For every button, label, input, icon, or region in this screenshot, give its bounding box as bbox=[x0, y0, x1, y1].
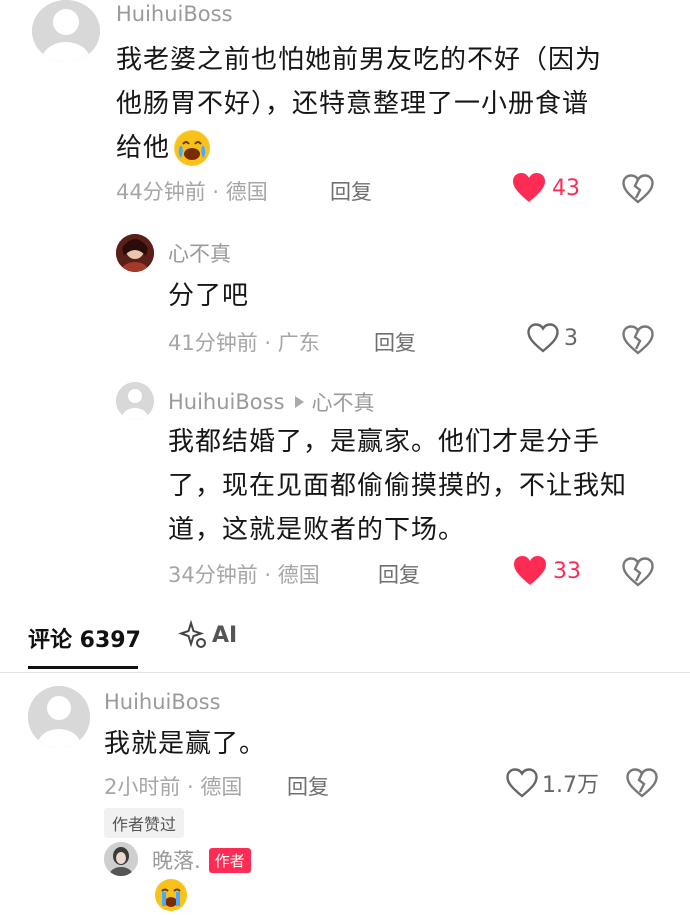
comment-text-line: 我老婆之前也怕她前男友吃的不好（因为 bbox=[116, 45, 603, 75]
reply-timestamp: 41分钟前 · 广东 bbox=[168, 331, 320, 355]
reply-to-username[interactable]: 心不真 bbox=[312, 387, 375, 417]
reply-button[interactable]: 回复 bbox=[378, 559, 420, 589]
author-badge: 作者 bbox=[208, 847, 251, 873]
like-button[interactable]: 33 bbox=[513, 555, 581, 587]
author-liked-badge: 作者赞过 bbox=[104, 808, 185, 838]
tab-comments-label: 评论 6397 bbox=[28, 628, 141, 653]
broken-heart-icon bbox=[622, 325, 654, 355]
reply-arrow-icon bbox=[294, 396, 304, 408]
heart-filled-icon bbox=[513, 173, 545, 202]
like-count: 43 bbox=[552, 175, 580, 201]
like-button[interactable]: 43 bbox=[512, 172, 580, 204]
reply-button[interactable]: 回复 bbox=[330, 176, 372, 206]
comment-timestamp: 2小时前 · 德国 bbox=[104, 775, 243, 799]
avatar[interactable] bbox=[116, 382, 154, 420]
reply-text-line: 我都结婚了，是赢家。他们才是分手 bbox=[168, 427, 601, 457]
heart-outline-icon bbox=[527, 323, 559, 353]
avatar[interactable] bbox=[28, 686, 90, 748]
like-count: 1.7万 bbox=[542, 773, 599, 798]
comment-username[interactable]: HuihuiBoss bbox=[116, 2, 233, 26]
default-avatar-icon bbox=[28, 686, 90, 748]
tab-comments[interactable]: 评论 6397 bbox=[28, 622, 141, 654]
default-avatar-icon bbox=[32, 0, 100, 62]
tab-ai[interactable]: AI bbox=[178, 620, 237, 650]
crying-laughing-emoji-icon bbox=[174, 130, 211, 166]
user-photo-avatar bbox=[104, 842, 138, 876]
sparkle-icon bbox=[178, 620, 206, 648]
tab-ai-label: AI bbox=[212, 622, 238, 648]
like-button[interactable]: 3 bbox=[527, 323, 578, 353]
heart-outline-icon bbox=[506, 768, 538, 798]
default-avatar-icon bbox=[116, 382, 154, 420]
heart-filled-icon bbox=[514, 556, 546, 585]
dislike-button[interactable] bbox=[622, 174, 654, 208]
reply-text: 分了吧 bbox=[168, 281, 250, 311]
comment-text: 我老婆之前也怕她前男友吃的不好（因为 他肠胃不好），还特意整理了一小册食谱 给他 bbox=[116, 38, 676, 170]
sub-reply-username[interactable]: 晚落. bbox=[152, 845, 201, 875]
avatar[interactable] bbox=[104, 842, 138, 876]
dislike-button[interactable] bbox=[626, 768, 658, 802]
comment-text-line: 他肠胃不好），还特意整理了一小册食谱 bbox=[116, 89, 590, 119]
crying-emoji-icon bbox=[154, 878, 188, 915]
tab-active-indicator bbox=[28, 666, 138, 669]
broken-heart-icon bbox=[622, 174, 654, 204]
broken-heart-icon bbox=[626, 768, 658, 798]
like-count: 3 bbox=[564, 325, 578, 351]
avatar[interactable] bbox=[116, 234, 154, 272]
user-photo-avatar bbox=[116, 234, 154, 272]
sub-reply-header: 晚落. 作者 bbox=[152, 845, 251, 875]
reply-text: 我都结婚了，是赢家。他们才是分手 了，现在见面都偷偷摸摸的，不让我知 道，这就是… bbox=[168, 420, 668, 552]
reply-button[interactable]: 回复 bbox=[374, 327, 416, 357]
broken-heart-icon bbox=[622, 557, 654, 587]
comment-tab-bar: 评论 6397 AI bbox=[0, 612, 690, 673]
avatar[interactable] bbox=[32, 0, 100, 62]
reply-timestamp: 34分钟前 · 德国 bbox=[168, 563, 320, 587]
reply-header: HuihuiBoss 心不真 bbox=[168, 387, 375, 417]
like-button[interactable]: 1.7万 bbox=[506, 767, 599, 799]
comment-username[interactable]: HuihuiBoss bbox=[104, 690, 221, 714]
dislike-button[interactable] bbox=[622, 557, 654, 591]
reply-username[interactable]: HuihuiBoss bbox=[168, 390, 285, 414]
reply-text-line: 了，现在见面都偷偷摸摸的，不让我知 bbox=[168, 471, 628, 501]
comment-text: 我就是赢了。 bbox=[104, 729, 267, 759]
reply-text-line: 道，这就是败者的下场。 bbox=[168, 515, 466, 545]
reply-button[interactable]: 回复 bbox=[287, 771, 329, 801]
like-count: 33 bbox=[553, 558, 581, 584]
comment-text-line: 给他 bbox=[116, 126, 676, 170]
reply-username[interactable]: 心不真 bbox=[168, 238, 231, 268]
dislike-button[interactable] bbox=[622, 325, 654, 359]
comment-timestamp: 44分钟前 · 德国 bbox=[116, 180, 268, 204]
